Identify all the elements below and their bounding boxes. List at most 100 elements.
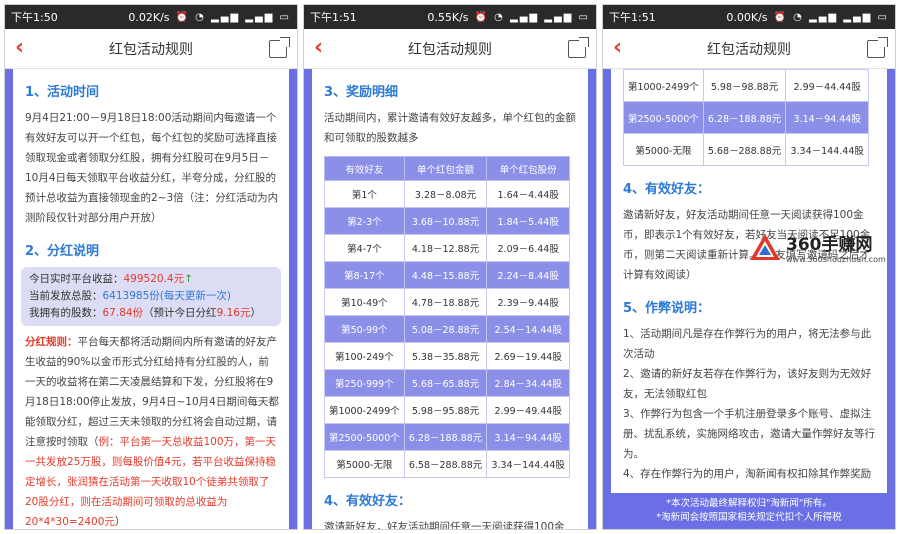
shares-value: 6413985份(每天更新一次)	[102, 290, 231, 302]
section-text-time: 9月4日21:00－9月18日18:00活动期间内每邀请一个有效好友可以开一个红…	[25, 112, 279, 224]
cell-amount: 5.08－28.88元	[403, 315, 488, 343]
share-icon[interactable]	[867, 37, 888, 58]
cell-shares: 3.14－94.44股	[785, 101, 869, 134]
section-title-valid-friends: 4、有效好友：	[324, 494, 412, 509]
status-net-speed: 0.55K/s	[427, 10, 469, 24]
table-row: 第1000-2499个 5.98－98.88元 2.99－44.44股	[623, 69, 869, 102]
watermark-name: 360手赚网	[786, 235, 873, 255]
phone-screen-2: 下午1:51 0.55K/s ⏰ ◔ ▂▄▆ ▂▄▆ ▭ ‹ 红包活动规则 3、…	[303, 4, 597, 530]
cell-amount: 5.38－35.88元	[403, 342, 488, 370]
income-value: 499520.4元	[123, 273, 185, 285]
cell-shares: 2.24－8.44股	[486, 261, 570, 289]
cell-friends: 第2-3个	[324, 207, 405, 235]
cheat-item: 1、活动期间凡是存在作弊行为的用户，将无法参与此次活动	[623, 328, 872, 360]
rule-label: 分红规则：	[25, 336, 78, 348]
cell-shares: 2.84－34.44股	[486, 369, 570, 397]
table-row: 第5000-无限 6.58－288.88元 3.34－144.44股	[324, 450, 570, 478]
cell-amount: 5.98－95.88元	[403, 396, 488, 424]
income-label: 今日实时平台收益：	[29, 273, 124, 285]
cell-amount: 5.98－98.88元	[702, 69, 787, 102]
footer-line-1: *本次活动最终解释权归"淘新闻"所有。	[666, 498, 832, 509]
table-row: 第10-49个 4.78－18.88元 2.39－9.44股	[324, 288, 570, 316]
status-time: 下午1:51	[609, 11, 656, 24]
footer-note: *本次活动最终解释权归"淘新闻"所有。 *淘新闻会按照国家相关规定代扣个人所得税	[603, 497, 895, 525]
footer-line-2: *淘新闻会按照国家相关规定代扣个人所得税	[656, 512, 842, 523]
cell-shares: 3.34－144.44股	[486, 450, 570, 478]
section-title-rewards: 3、奖励明细	[324, 85, 399, 100]
my-shares-mid: （预计今日分红	[143, 307, 217, 319]
watermark-url: www.360shouzhuan.com	[786, 255, 886, 264]
cell-shares: 2.09－6.44股	[486, 234, 570, 262]
my-shares-label: 我拥有的股数：	[29, 307, 103, 319]
cell-shares: 1.84－5.44股	[486, 207, 570, 235]
section-text-valid-friends-cut: 邀请新好友，好友活动期间任意一天阅读获得100金	[324, 521, 565, 529]
cell-shares: 2.99－44.44股	[785, 69, 869, 102]
cell-amount: 6.28－188.88元	[702, 101, 787, 134]
page-title: 红包活动规则	[408, 41, 492, 58]
cell-shares: 2.39－9.44股	[486, 288, 570, 316]
cell-amount: 4.48－15.88元	[403, 261, 488, 289]
cell-friends: 第1000-2499个	[623, 69, 704, 102]
rule-example: 例：平台第一天总收益100万，第一天一共发放25万股，则每股价值4元，若平台收益…	[25, 436, 277, 528]
table-header-row: 有效好友 单个红包金额 单个红包股份	[324, 156, 570, 181]
cell-friends: 第2500-5000个	[623, 101, 704, 134]
cheat-item: 2、邀请的新好友若存在作弊行为，该好友则为无效好友，无法领取红包	[623, 368, 872, 400]
my-dividend-value: 9.16元	[216, 307, 251, 319]
cell-friends: 第5000-无限	[324, 450, 405, 478]
table-header-friends: 有效好友	[324, 156, 405, 181]
back-icon[interactable]: ‹	[613, 35, 622, 60]
cell-friends: 第50-99个	[324, 315, 405, 343]
dividend-info-box: 今日实时平台收益：499520.4元↑ 当前发放总股：6413985份(每天更新…	[21, 267, 281, 326]
status-bar: 下午1:50 0.02K/s ⏰ ◔ ▂▄▆ ▂▄▆ ▭	[5, 5, 297, 29]
reward-table: 有效好友 单个红包金额 单个红包股份 第1个 3.28－8.08元 1.64－4.4…	[324, 156, 570, 478]
table-row: 第250-999个 5.68－65.88元 2.84－34.44股	[324, 369, 570, 397]
cell-friends: 第4-7个	[324, 234, 405, 262]
status-icons: ⏰ ◔ ▂▄▆ ▂▄▆ ▭	[175, 11, 291, 23]
section-title-cheating: 5、作弊说明：	[623, 301, 711, 316]
table-row: 第1个 3.28－8.08元 1.64－4.44股	[324, 180, 570, 208]
cell-friends: 第1000-2499个	[324, 396, 405, 424]
cell-friends: 第1个	[324, 180, 405, 208]
share-icon[interactable]	[269, 37, 290, 58]
status-net-speed: 0.00K/s	[726, 10, 768, 24]
dividend-rules: 分红规则：平台每天都将活动期间内所有邀请的好友产生收益的90%以金币形式分红给持…	[13, 332, 289, 529]
cell-shares: 3.34－144.44股	[785, 133, 869, 166]
cell-amount: 3.68－10.88元	[403, 207, 488, 235]
phone-screen-1: 下午1:50 0.02K/s ⏰ ◔ ▂▄▆ ▂▄▆ ▭ ‹ 红包活动规则 1、…	[4, 4, 298, 530]
cell-friends: 第8-17个	[324, 261, 405, 289]
cell-shares: 2.69－19.44股	[486, 342, 570, 370]
table-row: 第2500-5000个 6.28－188.88元 3.14－94.44股	[324, 423, 570, 451]
cell-friends: 第2500-5000个	[324, 423, 405, 451]
rules-card: 1、活动时间 9月4日21:00－9月18日18:00活动期间内每邀请一个有效好…	[13, 69, 289, 529]
status-bar: 下午1:51 0.55K/s ⏰ ◔ ▂▄▆ ▂▄▆ ▭	[304, 5, 596, 29]
my-shares-value: 67.84份	[102, 307, 144, 319]
cell-friends: 第100-249个	[324, 342, 405, 370]
section-title-valid-friends: 4、有效好友：	[623, 182, 711, 197]
table-header-amount: 单个红包金额	[403, 156, 488, 181]
page-title: 红包活动规则	[109, 41, 193, 58]
status-icons: ⏰ ◔ ▂▄▆ ▂▄▆ ▭	[773, 11, 889, 23]
nav-bar: ‹ 红包活动规则	[304, 29, 596, 69]
nav-bar: ‹ 红包活动规则	[5, 29, 297, 69]
reward-table-tail: 第1000-2499个 5.98－98.88元 2.99－44.44股 第2500-5…	[623, 69, 869, 166]
status-time: 下午1:50	[11, 11, 58, 24]
back-icon[interactable]: ‹	[15, 35, 24, 60]
cell-amount: 4.18－12.88元	[403, 234, 488, 262]
cheat-item: 3、作弊行为包含一个手机注册登录多个账号、虚拟注册、扰乱系统，实施网络攻击，邀请…	[623, 408, 875, 460]
cell-friends: 第10-49个	[324, 288, 405, 316]
status-time: 下午1:51	[310, 11, 357, 24]
table-row: 第2-3个 3.68－10.88元 1.84－5.44股	[324, 207, 570, 235]
cell-amount: 6.58－288.88元	[403, 450, 488, 478]
table-row: 第50-99个 5.08－28.88元 2.54－14.44股	[324, 315, 570, 343]
table-row: 第5000-无限 5.68－288.88元 3.34－144.44股	[623, 133, 869, 166]
section-text-rewards: 活动期间内，累计邀请有效好友越多，单个红包的金额和可领取的股数越多	[324, 112, 576, 144]
cell-shares: 1.64－4.44股	[486, 180, 570, 208]
cell-amount: 6.28－188.88元	[403, 423, 488, 451]
share-icon[interactable]	[568, 37, 589, 58]
cell-friends: 第5000-无限	[623, 133, 704, 166]
table-row: 第8-17个 4.48－15.88元 2.24－8.44股	[324, 261, 570, 289]
back-icon[interactable]: ‹	[314, 35, 323, 60]
rules-card: 第1000-2499个 5.98－98.88元 2.99－44.44股 第2500-5…	[611, 69, 887, 493]
rule-text: 平台每天都将活动期间内所有邀请的好友产生收益的90%以金币形式分红给持有分红股的…	[25, 336, 279, 448]
shares-label: 当前发放总股：	[29, 290, 103, 302]
